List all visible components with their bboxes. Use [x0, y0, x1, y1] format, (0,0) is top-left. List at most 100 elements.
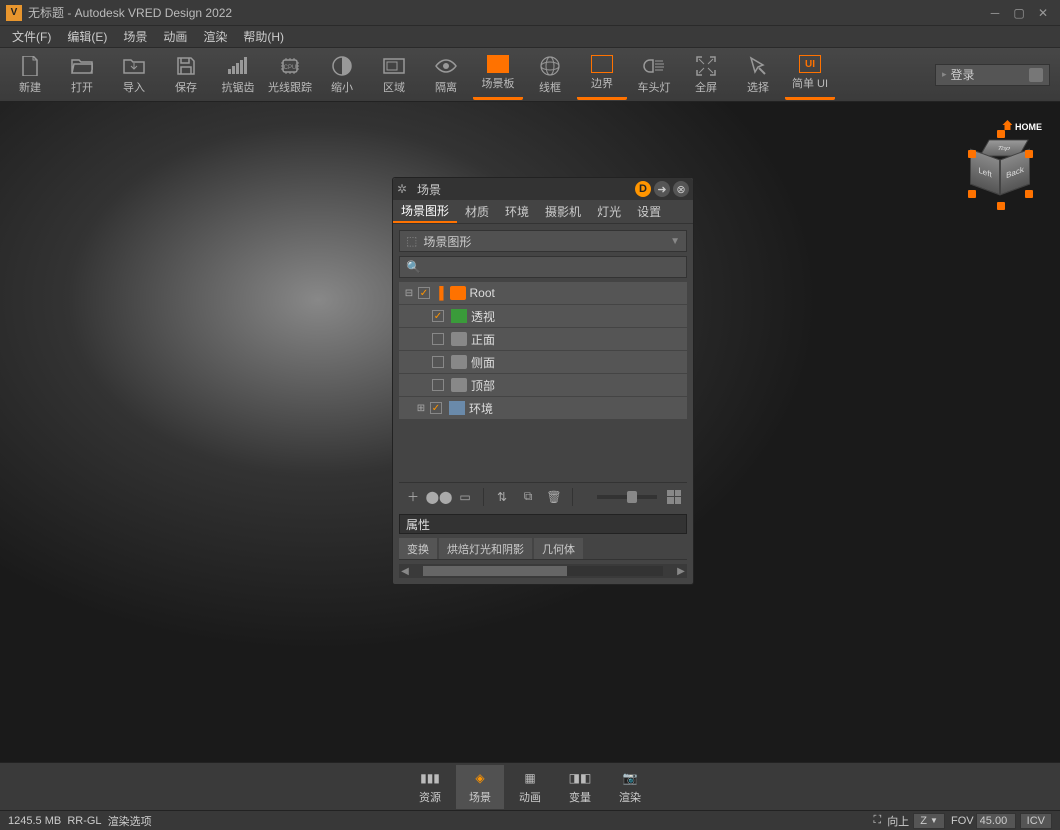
window-title: 无标题 - Autodesk VRED Design 2022 — [28, 4, 984, 21]
btab-render[interactable]: 📷渲染 — [606, 765, 654, 809]
selector-label: 场景图形 — [423, 233, 471, 250]
checkbox[interactable] — [432, 333, 444, 345]
collapse-icon[interactable]: ⊟ — [403, 288, 415, 299]
menu-bar: 文件(F) 编辑(E) 场景 动画 渲染 帮助(H) — [0, 26, 1060, 48]
zoom-slider[interactable] — [597, 495, 657, 499]
close-button[interactable]: ✕ — [1032, 5, 1054, 21]
menu-animation[interactable]: 动画 — [155, 27, 195, 47]
ptab-bake[interactable]: 烘焙灯光和阴影 — [439, 538, 532, 559]
tree-top[interactable]: 顶部 — [399, 374, 687, 396]
menu-scene[interactable]: 场景 — [115, 27, 155, 47]
region-button[interactable]: 区域 — [369, 50, 419, 100]
tree-environment[interactable]: ⊞ 环境 — [399, 397, 687, 419]
search-input[interactable]: 🔍 — [399, 256, 687, 278]
axis-selector[interactable]: Z ▼ — [913, 813, 945, 829]
tree-side[interactable]: 侧面 — [399, 351, 687, 373]
headlight-icon — [641, 55, 667, 77]
save-button[interactable]: 保存 — [161, 50, 211, 100]
select-label: 选择 — [747, 79, 769, 95]
menu-help[interactable]: 帮助(H) — [235, 27, 292, 47]
checkbox[interactable] — [418, 287, 430, 299]
dock-button[interactable]: D — [635, 181, 651, 197]
zoomout-button[interactable]: 缩小 — [317, 50, 367, 100]
region-icon — [381, 55, 407, 77]
btab-animation[interactable]: ▦动画 — [506, 765, 554, 809]
tab-scenegraph[interactable]: 场景图形 — [393, 200, 457, 223]
ui-icon: UI — [799, 55, 821, 73]
tab-light[interactable]: 灯光 — [589, 200, 629, 223]
render-options[interactable]: 渲染选项 — [108, 813, 152, 829]
save-label: 保存 — [175, 79, 197, 95]
zoomout-label: 缩小 — [331, 79, 353, 95]
icv-button[interactable]: ICV — [1020, 813, 1052, 829]
checkbox[interactable] — [432, 310, 444, 322]
antialias-button[interactable]: 抗锯齿 — [213, 50, 263, 100]
viewcube-home[interactable]: HOME — [1002, 120, 1042, 132]
minimize-button[interactable]: ─ — [984, 5, 1006, 21]
checkbox[interactable] — [432, 356, 444, 368]
import-label: 导入 — [123, 79, 145, 95]
sceneboard-button[interactable]: 场景板 — [473, 50, 523, 100]
open-button[interactable]: 打开 — [57, 50, 107, 100]
tab-settings[interactable]: 设置 — [629, 200, 669, 223]
login-dropdown[interactable]: ▸ 登录 — [935, 64, 1050, 86]
btab-variable[interactable]: ◨◧变量 — [556, 765, 604, 809]
new-label: 新建 — [19, 79, 41, 95]
viewcube-cube[interactable]: Top Left Back — [970, 144, 1028, 202]
btab-scene[interactable]: ◈场景 — [456, 765, 504, 809]
scene-panel-header[interactable]: ✲ 场景 D ➜ ⊗ — [393, 178, 693, 200]
delete-button[interactable]: 🗑 — [546, 489, 562, 505]
viewcube[interactable]: HOME Top Left Back — [960, 122, 1040, 202]
fullscreen-button[interactable]: 全屏 — [681, 50, 731, 100]
avatar-icon — [1029, 68, 1043, 82]
fov-input[interactable] — [976, 813, 1016, 829]
menu-edit[interactable]: 编辑(E) — [59, 27, 115, 47]
maximize-button[interactable]: ▢ — [1008, 5, 1030, 21]
wireframe-label: 线框 — [539, 79, 561, 95]
app-icon: V — [6, 5, 22, 21]
panel-close-button[interactable]: ⊗ — [673, 181, 689, 197]
scenegraph-selector[interactable]: ⬚ 场景图形 ▼ — [399, 230, 687, 252]
svg-text:CPU: CPU — [284, 65, 297, 71]
tab-material[interactable]: 材质 — [457, 200, 497, 223]
headlight-button[interactable]: 车头灯 — [629, 50, 679, 100]
wireframe-button[interactable]: 线框 — [525, 50, 575, 100]
swap-button[interactable]: ⇅ — [494, 489, 510, 505]
render-mode: RR-GL — [67, 815, 101, 827]
duplicate-button[interactable]: ⬤⬤ — [431, 489, 447, 505]
menu-render[interactable]: 渲染 — [195, 27, 235, 47]
horizontal-scrollbar[interactable]: ◀▶ — [399, 564, 687, 578]
copy-button[interactable]: ⧉ — [520, 489, 536, 505]
simpleui-button[interactable]: UI简单 UI — [785, 50, 835, 100]
arrow-button[interactable]: ➜ — [654, 181, 670, 197]
expand-icon[interactable]: ⊞ — [415, 403, 427, 414]
fullscreen-icon[interactable]: ⛶ — [873, 814, 881, 827]
tree-root[interactable]: ⊟ ▐ Root — [399, 282, 687, 304]
raytrace-button[interactable]: CPU光线跟踪 — [265, 50, 315, 100]
menu-file[interactable]: 文件(F) — [4, 27, 59, 47]
select-button[interactable]: 选择 — [733, 50, 783, 100]
isolate-button[interactable]: 隔离 — [421, 50, 471, 100]
group-button[interactable]: ▭ — [457, 489, 473, 505]
ptab-geometry[interactable]: 几何体 — [534, 538, 583, 559]
viewport[interactable]: HOME Top Left Back ▶ 安下载 anxz.com ✲ 场景 D… — [0, 102, 1060, 762]
btab-resources[interactable]: ▮▮▮资源 — [406, 765, 454, 809]
import-button[interactable]: 导入 — [109, 50, 159, 100]
tab-environment[interactable]: 环境 — [497, 200, 537, 223]
tree-front[interactable]: 正面 — [399, 328, 687, 350]
add-button[interactable]: ＋ — [405, 489, 421, 505]
headlight-label: 车头灯 — [638, 79, 671, 95]
scene-icon: ◈ — [470, 769, 490, 787]
fullscreen-label: 全屏 — [695, 79, 717, 95]
antialias-icon — [225, 55, 251, 77]
grid-button[interactable] — [667, 490, 681, 504]
scene-panel-icon: ✲ — [397, 182, 411, 196]
checkbox[interactable] — [430, 402, 442, 414]
tab-camera[interactable]: 摄影机 — [537, 200, 589, 223]
bottom-tabs: ▮▮▮资源 ◈场景 ▦动画 ◨◧变量 📷渲染 — [0, 762, 1060, 810]
checkbox[interactable] — [432, 379, 444, 391]
border-button[interactable]: 边界 — [577, 50, 627, 100]
new-button[interactable]: 新建 — [5, 50, 55, 100]
tree-perspective[interactable]: 透视 — [399, 305, 687, 327]
ptab-transform[interactable]: 变换 — [399, 538, 437, 559]
